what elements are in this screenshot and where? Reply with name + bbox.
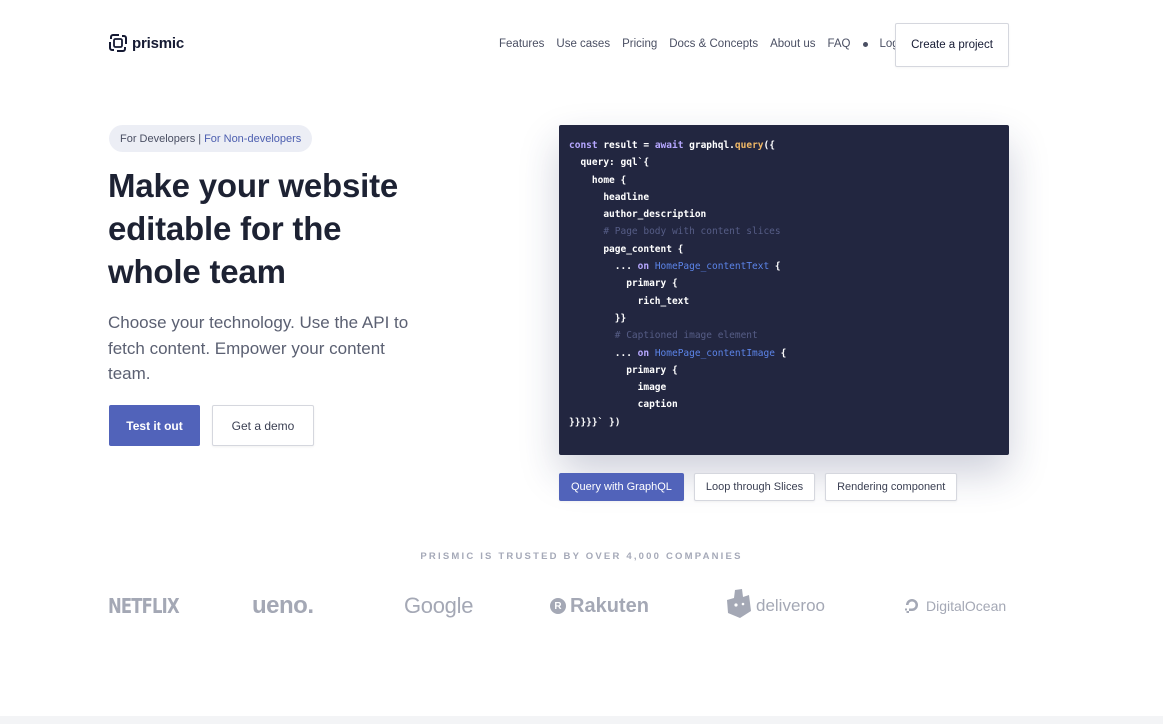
google-wordmark: Google [404, 593, 474, 618]
audience-separator: | [198, 132, 202, 145]
nav-separator-dot [862, 41, 868, 47]
code-token: # Captioned image element [569, 330, 758, 342]
audience-developers[interactable]: For Developers [120, 133, 195, 145]
code-line: primary { [569, 275, 999, 292]
tab-rendering-component[interactable]: Rendering component [825, 473, 958, 501]
code-line: home { [569, 172, 999, 189]
nav-about-us[interactable]: About us [770, 38, 815, 50]
audience-switcher: For Developers | For Non-developers [109, 125, 313, 152]
code-token: const [569, 140, 604, 151]
nav-pricing[interactable]: Pricing [622, 38, 657, 50]
footer-band [0, 716, 1163, 724]
code-line: # Page body with content slices [569, 223, 999, 240]
tab-query-with-graphql[interactable]: Query with GraphQL [559, 473, 684, 501]
netflix-logo: NETFLIX [108, 588, 180, 624]
get-a-demo-button[interactable]: Get a demo [212, 405, 314, 446]
nav-docs-concepts[interactable]: Docs & Concepts [669, 38, 758, 50]
trusted-heading: PRISMIC IS TRUSTED BY OVER 4,000 COMPANI… [420, 551, 743, 562]
code-line: const result = await graphql.query({ [569, 137, 999, 154]
nav-features[interactable]: Features [499, 38, 544, 50]
code-token: query: gql`{ [569, 157, 650, 169]
code-token: result = [603, 140, 655, 151]
digitalocean-wordmark: DigitalOcean [926, 598, 1007, 614]
code-line: primary { [569, 362, 999, 379]
code-line: ... on HomePage_contentText { [569, 258, 999, 275]
code-token: author_description [569, 209, 707, 221]
nav-faq[interactable]: FAQ [828, 38, 851, 50]
code-token: headline [569, 191, 650, 203]
audience-non-developers[interactable]: For Non-developers [204, 133, 301, 145]
customer-logos: NETFLIX ueno. Google R Rakuten deliveroo [108, 588, 1009, 624]
code-line: # Captioned image element [569, 327, 999, 344]
deliveroo-wordmark: deliveroo [756, 596, 825, 615]
code-token: HomePage_contentImage [654, 347, 775, 359]
code-line: author_description [569, 206, 999, 223]
code-line: rich_text [569, 293, 999, 310]
code-token: HomePage_contentText [654, 261, 770, 273]
deliveroo-kangaroo-icon [727, 588, 751, 624]
code-token: page_content { [569, 243, 684, 255]
code-line: page_content { [569, 241, 999, 258]
code-token: ... [569, 347, 638, 359]
code-line: }}}}}` }) [569, 414, 999, 431]
google-logo: Google [404, 588, 473, 624]
prismic-logo-icon [108, 33, 128, 53]
tab-loop-through-slices[interactable]: Loop through Slices [693, 473, 816, 501]
ueno-wordmark: ueno. [252, 592, 314, 619]
create-project-button[interactable]: Create a project [895, 23, 1009, 67]
code-token: # Page body with content slices [569, 226, 781, 238]
logo-text: prismic [132, 34, 184, 52]
code-token: }}}}}` }) [569, 416, 621, 428]
code-token: on [637, 347, 655, 359]
code-line: query: gql`{ [569, 154, 999, 171]
netflix-wordmark: NETFLIX [108, 594, 180, 618]
code-line: image [569, 379, 999, 396]
rakuten-wordmark: Rakuten [570, 594, 649, 617]
digitalocean-icon [903, 596, 921, 617]
rakuten-r-icon: R [550, 598, 566, 614]
code-token: query [734, 140, 764, 151]
code-token: caption [569, 399, 678, 411]
code-token: primary { [569, 364, 678, 376]
code-token: rich_text [569, 295, 690, 307]
code-token: await [654, 140, 690, 151]
nav-use-cases[interactable]: Use cases [556, 38, 610, 50]
hero-subtitle: Choose your technology. Use the API to f… [108, 313, 409, 383]
hero-title: Make your website editable for the whole… [108, 167, 399, 290]
code-token: { [774, 347, 787, 359]
prismic-logo[interactable]: prismic [108, 33, 184, 53]
test-it-out-button[interactable]: Test it out [109, 405, 200, 446]
code-line: caption [569, 396, 999, 413]
code-line: headline [569, 189, 999, 206]
code-token: on [637, 261, 655, 273]
code-sample: const result = await graphql.query({ que… [559, 125, 1009, 455]
rakuten-logo: R Rakuten [550, 588, 649, 624]
code-tabs: Query with GraphQL Loop through Slices R… [559, 473, 958, 501]
deliveroo-logo: deliveroo [727, 588, 825, 624]
code-token: home { [569, 174, 627, 186]
code-token: }} [569, 312, 627, 324]
digitalocean-logo: DigitalOcean [903, 588, 1006, 624]
code-token: graphql. [689, 140, 735, 151]
code-token: image [569, 382, 667, 394]
main-nav: Features Use cases Pricing Docs & Concep… [499, 38, 908, 50]
code-token: { [769, 261, 781, 273]
code-line: }} [569, 310, 999, 327]
code-line: ... on HomePage_contentImage { [569, 345, 999, 362]
code-token: ... [569, 261, 638, 273]
code-token: ({ [763, 140, 775, 151]
code-token: primary { [569, 278, 678, 290]
ueno-logo: ueno. [252, 588, 314, 624]
